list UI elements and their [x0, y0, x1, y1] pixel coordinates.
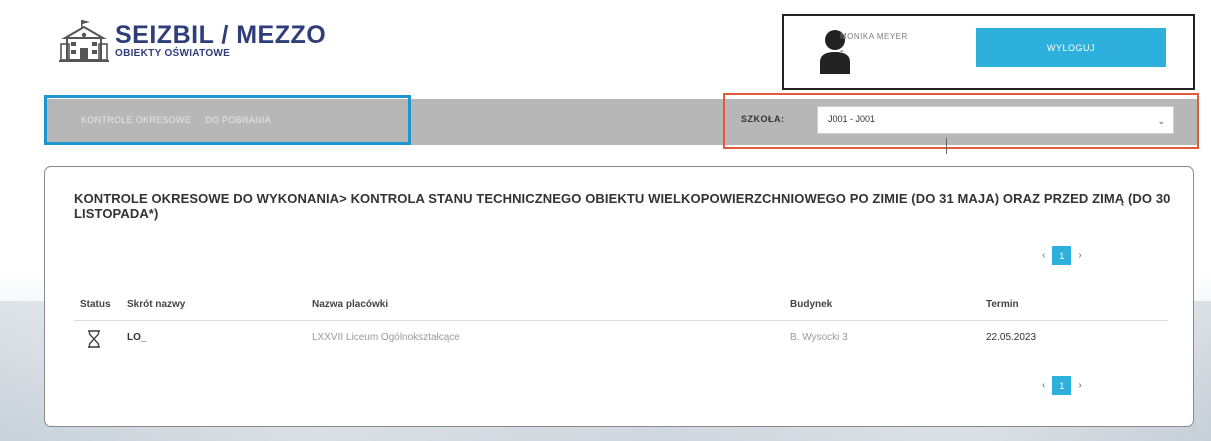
school-selected-value: J001 - J001 [828, 114, 876, 124]
prev-page-button[interactable]: ‹ [1042, 250, 1045, 261]
row-deadline: 22.05.2023 [986, 332, 1037, 343]
school-selector: SZKOŁA: J001 - J001 ⌄ [723, 93, 1199, 154]
column-header-status[interactable]: Status [80, 299, 111, 310]
nav-item-kontrole-okresowe[interactable]: KONTROLE OKRESOWE [81, 115, 191, 125]
app-logo[interactable]: SEIZBIL / MEZZO OBIEKTY OŚWIATOWE [59, 18, 326, 64]
user-name: MONIKA MEYER [840, 32, 908, 41]
user-panel: MONIKA MEYER - WYLOGUJ [782, 14, 1195, 90]
app-title: SEIZBIL / MEZZO [115, 21, 327, 49]
chevron-down-icon: ⌄ [1157, 116, 1165, 126]
nav-item-do-pobrania[interactable]: DO POBRANIA [205, 115, 271, 125]
table-divider [74, 320, 1168, 321]
pagination-bottom: ‹ 1 › [1042, 376, 1082, 395]
column-header-deadline[interactable]: Termin [986, 299, 1019, 310]
app-subtitle: OBIEKTY OŚWIATOWE [115, 48, 231, 59]
column-header-short-name[interactable]: Skrót nazwy [127, 299, 185, 310]
logout-button[interactable]: WYLOGUJ [976, 28, 1166, 67]
user-role: - [840, 45, 844, 57]
column-header-building[interactable]: Budynek [790, 299, 832, 310]
school-select[interactable]: J001 - J001 ⌄ [817, 106, 1174, 134]
row-building: B. Wysocki 3 [790, 332, 848, 343]
main-navbar: KONTROLE OKRESOWE DO POBRANIA SZKOŁA: J0… [44, 93, 1199, 154]
page-button-1[interactable]: 1 [1052, 376, 1072, 395]
next-page-button[interactable]: › [1078, 380, 1081, 391]
nav-links: KONTROLE OKRESOWE DO POBRANIA [44, 95, 411, 145]
column-header-institution[interactable]: Nazwa placówki [312, 299, 388, 310]
row-short-name[interactable]: LO_ [127, 332, 146, 343]
page-button-1[interactable]: 1 [1052, 246, 1072, 265]
row-institution[interactable]: LXXVII Liceum Ogólnokształcące [312, 332, 460, 343]
school-label: SZKOŁA: [741, 114, 785, 124]
content-card: KONTROLE OKRESOWE DO WYKONANIA> KONTROLA… [44, 166, 1194, 427]
page-title: KONTROLE OKRESOWE DO WYKONANIA> KONTROLA… [74, 191, 1171, 221]
next-page-button[interactable]: › [1078, 250, 1081, 261]
pagination-top: ‹ 1 › [1042, 246, 1082, 265]
school-building-icon [59, 20, 109, 62]
prev-page-button[interactable]: ‹ [1042, 380, 1045, 391]
hourglass-icon [88, 330, 100, 348]
divider [946, 138, 947, 154]
